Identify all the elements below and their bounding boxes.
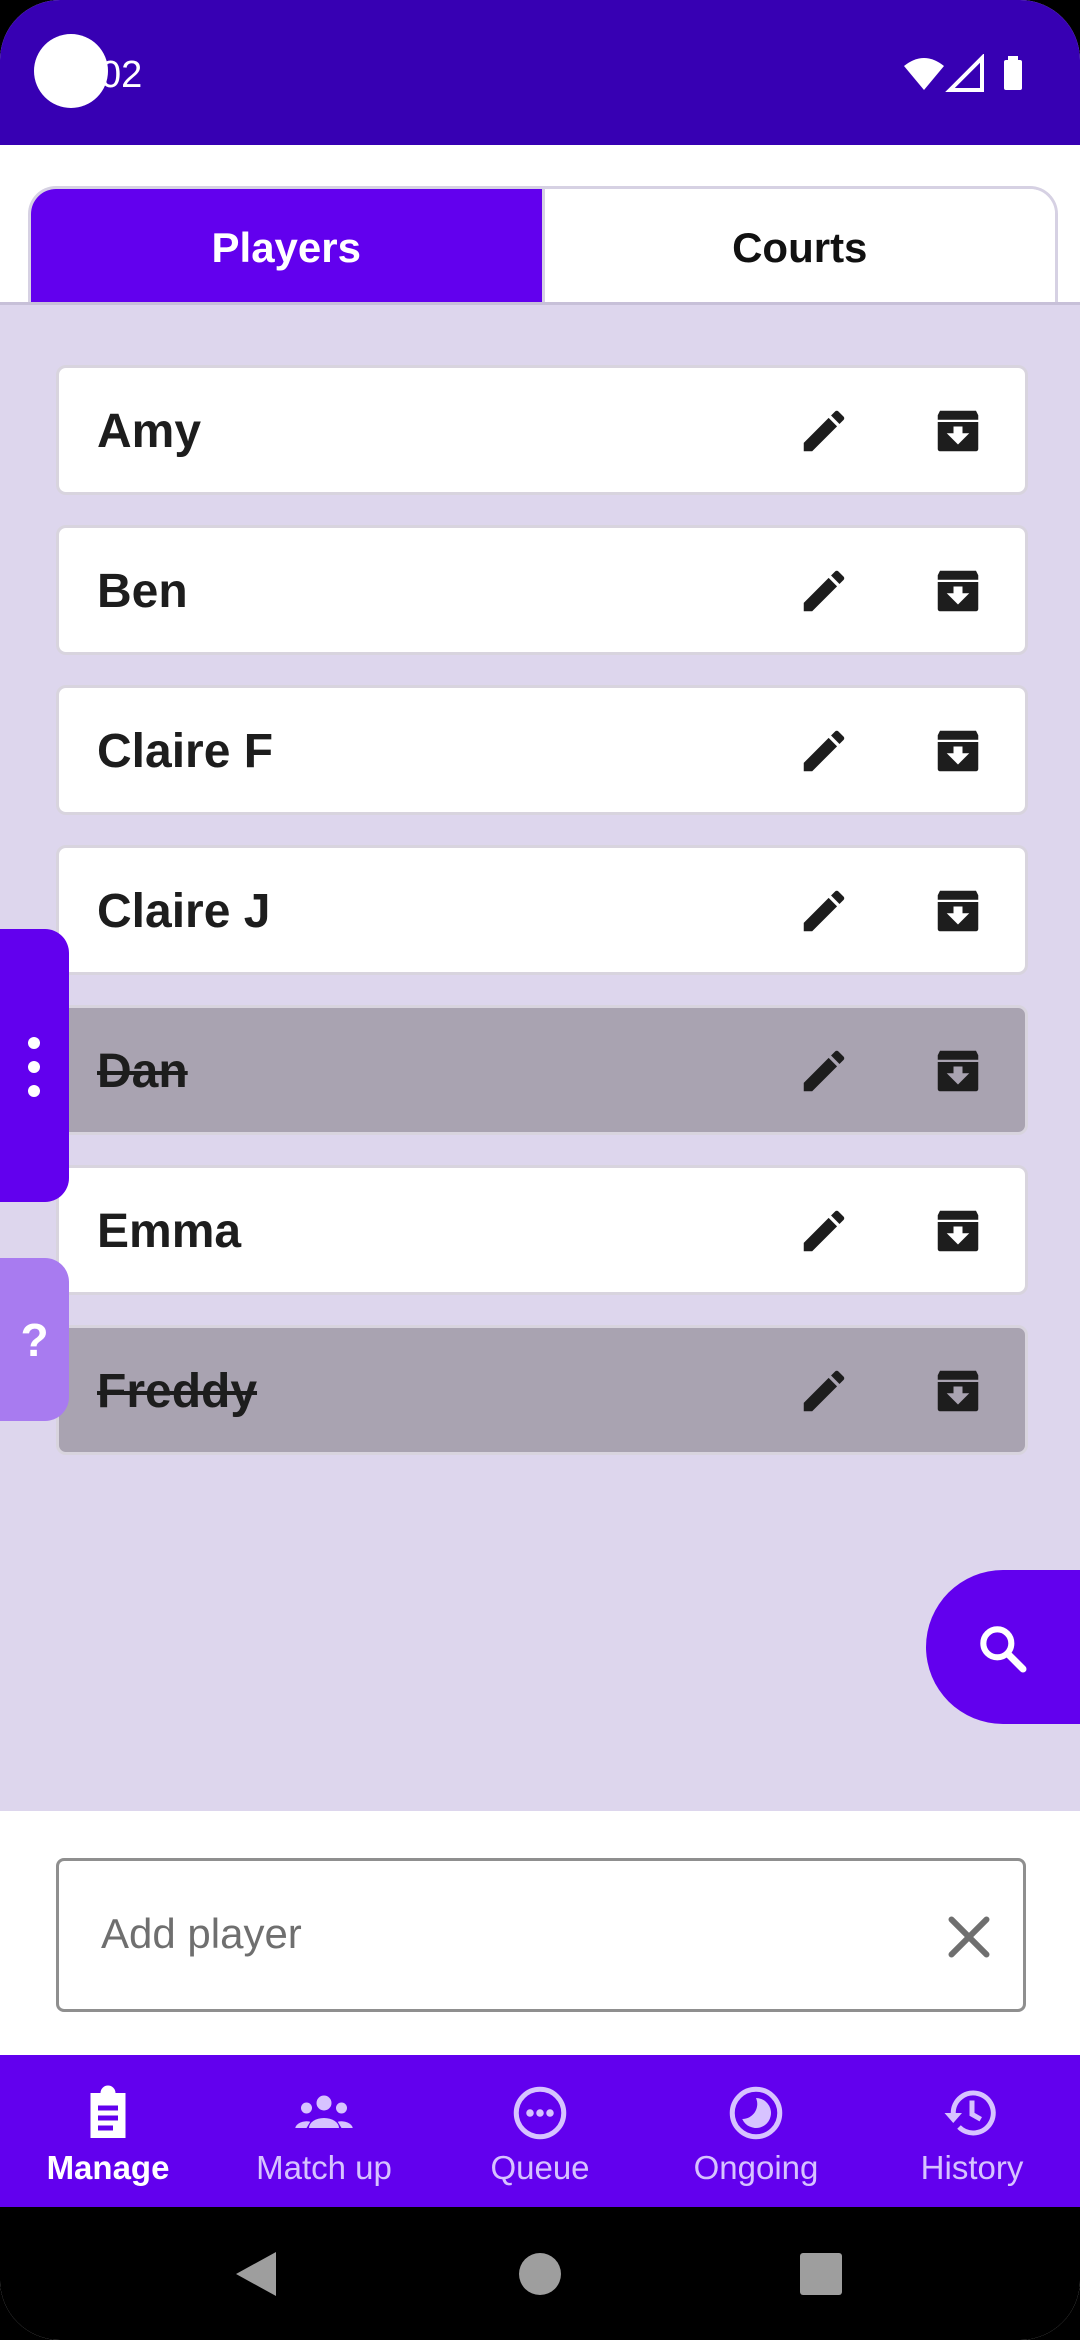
archive-icon[interactable] <box>931 884 985 938</box>
player-name: Claire F <box>97 725 274 778</box>
add-player-field <box>56 1858 1026 2012</box>
edit-icon[interactable] <box>797 1204 851 1258</box>
archive-icon[interactable] <box>931 404 985 458</box>
screen: 02 Players Courts Amy Ben Claire F Clair… <box>0 0 1080 2340</box>
edit-icon[interactable] <box>797 1364 851 1418</box>
add-player-input[interactable] <box>99 1903 903 1965</box>
nav-queue[interactable]: Queue <box>432 2055 648 2207</box>
player-row[interactable]: Ben <box>56 525 1028 655</box>
player-row-disabled[interactable]: Freddy <box>56 1325 1028 1455</box>
edit-icon[interactable] <box>797 404 851 458</box>
progress-icon <box>729 2086 783 2140</box>
tab-courts[interactable]: Courts <box>541 189 1055 307</box>
archive-icon[interactable] <box>931 564 985 618</box>
player-row[interactable]: Emma <box>56 1165 1028 1295</box>
edit-icon[interactable] <box>797 884 851 938</box>
close-icon[interactable] <box>939 1907 999 1967</box>
player-name: Emma <box>97 1205 242 1258</box>
player-name: Freddy <box>97 1365 258 1418</box>
wifi-icon <box>904 58 944 90</box>
status-time: 02 <box>100 54 143 96</box>
nav-label: History <box>920 2149 1024 2186</box>
nav-ongoing[interactable]: Ongoing <box>648 2055 864 2207</box>
recents-icon[interactable] <box>800 2253 842 2295</box>
players-list: Amy Ben Claire F Claire J Dan Emma Fredd… <box>0 302 1080 1811</box>
tab-bar: Players Courts <box>28 186 1058 307</box>
bottom-navigation: Manage Match up Queue Ongoing History <box>0 2055 1080 2207</box>
nav-manage[interactable]: Manage <box>0 2055 216 2207</box>
player-row[interactable]: Claire J <box>56 845 1028 975</box>
edit-icon[interactable] <box>797 724 851 778</box>
more-vert-icon <box>28 1037 40 1097</box>
player-name: Claire J <box>97 885 271 938</box>
edit-icon[interactable] <box>797 1044 851 1098</box>
system-navigation-bar <box>0 2207 1080 2340</box>
side-menu-tab[interactable] <box>0 929 69 1202</box>
archive-icon[interactable] <box>931 724 985 778</box>
more-circle-icon <box>513 2086 567 2140</box>
player-row[interactable]: Claire F <box>56 685 1028 815</box>
player-row[interactable]: Amy <box>56 365 1028 495</box>
help-tab[interactable]: ? <box>0 1258 69 1421</box>
player-row-disabled[interactable]: Dan <box>56 1005 1028 1135</box>
player-name: Amy <box>97 405 202 458</box>
edit-icon[interactable] <box>797 564 851 618</box>
status-icons <box>904 54 1022 92</box>
search-icon <box>980 1626 1027 1673</box>
group-icon <box>295 2095 353 2128</box>
back-icon[interactable] <box>236 2252 276 2296</box>
search-button[interactable] <box>926 1570 1080 1724</box>
nav-label: Ongoing <box>693 2149 819 2186</box>
player-name: Ben <box>97 565 188 618</box>
nav-match-up[interactable]: Match up <box>216 2055 432 2207</box>
archive-icon[interactable] <box>931 1364 985 1418</box>
nav-label: Queue <box>490 2149 590 2186</box>
clipboard-icon <box>90 2085 126 2138</box>
signal-icon <box>945 54 984 92</box>
archive-icon[interactable] <box>931 1204 985 1258</box>
status-bar: 02 <box>0 0 1080 145</box>
nav-history[interactable]: History <box>864 2055 1080 2207</box>
history-icon <box>944 2090 996 2136</box>
battery-icon <box>1004 60 1022 90</box>
player-name: Dan <box>97 1045 188 1098</box>
nav-label: Manage <box>46 2149 170 2186</box>
nav-label: Match up <box>256 2149 392 2186</box>
home-icon[interactable] <box>518 2252 562 2296</box>
tab-players[interactable]: Players <box>31 189 542 307</box>
archive-icon[interactable] <box>931 1044 985 1098</box>
camera-cutout <box>34 34 108 108</box>
